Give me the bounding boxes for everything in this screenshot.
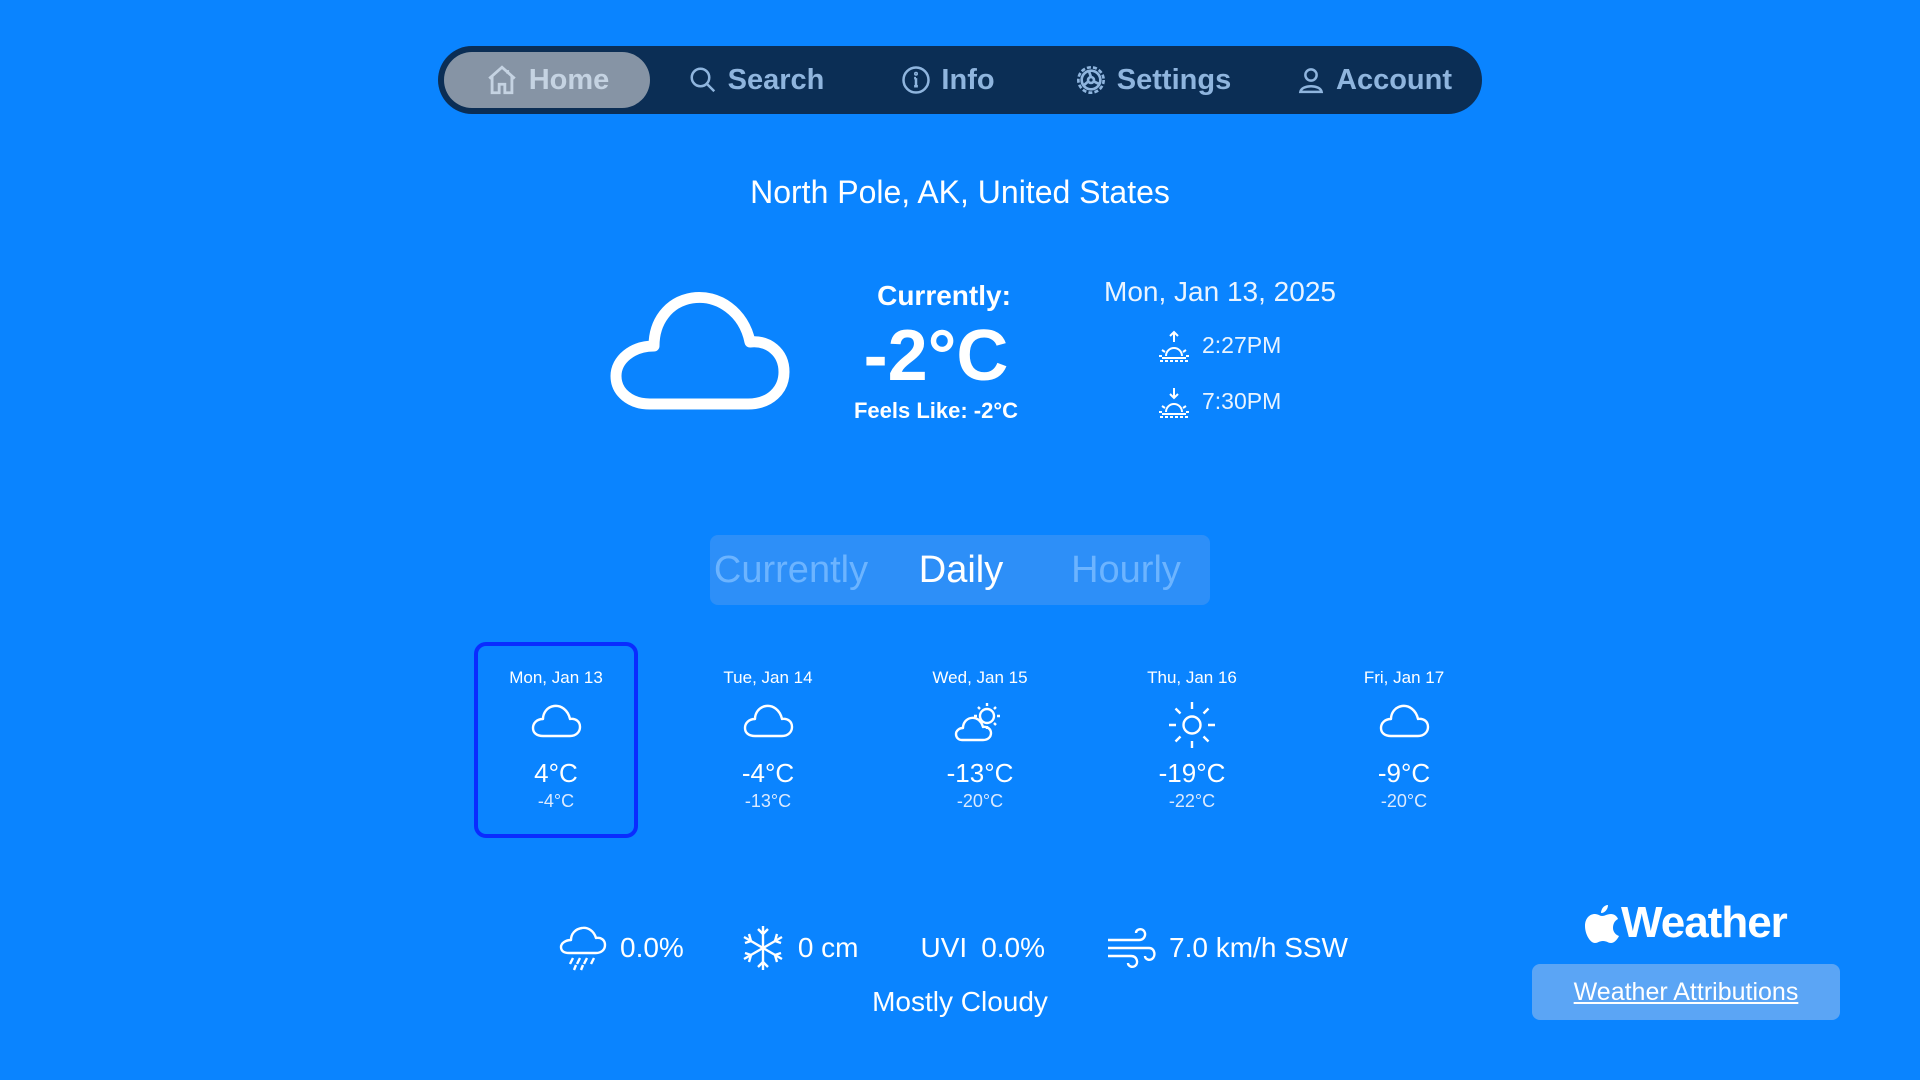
- sunrise-icon: [1156, 328, 1192, 362]
- uv-stat: UVI 0.0%: [921, 932, 1046, 964]
- day-label: Fri, Jan 17: [1363, 668, 1445, 687]
- gear-icon: [1075, 64, 1107, 96]
- day-label: Mon, Jan 13: [509, 668, 603, 687]
- snow-value: 0 cm: [797, 932, 859, 963]
- day-high-temp: -19°C: [1158, 758, 1226, 788]
- snow-stat: 0 cm: [740, 923, 859, 973]
- current-date: Mon, Jan 13, 2025: [1104, 276, 1336, 307]
- sunrise-row: 2:27PM: [1156, 328, 1340, 362]
- day-high-temp: 4°C: [534, 758, 578, 788]
- partly-cloudy-icon: [950, 700, 1010, 750]
- nav-search-label: Search: [727, 63, 825, 96]
- sun-icon: [1162, 700, 1222, 750]
- day-label: Wed, Jan 15: [932, 668, 1028, 687]
- cloud-icon: [610, 288, 790, 412]
- day-low-temp: -20°C: [956, 791, 1004, 811]
- forecast-view-selector: Currently Daily Hourly: [710, 535, 1210, 605]
- date-sun-times: Mon, Jan 13, 2025 2:27PM 7:30PM: [1100, 276, 1340, 418]
- location-title: North Pole, AK, United States: [750, 174, 1170, 210]
- day-high-temp: -4°C: [741, 758, 795, 788]
- nav-home-button[interactable]: Home: [444, 52, 650, 108]
- day-low-temp: -13°C: [744, 791, 792, 811]
- day-card[interactable]: Thu, Jan 16 -19°C -22°C: [1110, 642, 1274, 838]
- nav-info-button[interactable]: Info: [868, 52, 1028, 108]
- snowflake-icon: [740, 923, 786, 973]
- nav-home-label: Home: [528, 63, 610, 96]
- top-nav: Home Search Info Settings Account: [438, 46, 1482, 114]
- day-card[interactable]: Wed, Jan 15 -13°C -20°C: [898, 642, 1062, 838]
- precipitation-value: 0.0%: [620, 932, 684, 963]
- cloud-icon: [738, 700, 798, 750]
- sunset-time: 7:30PM: [1202, 387, 1282, 414]
- apple-logo-icon: [1585, 903, 1621, 943]
- day-card[interactable]: Fri, Jan 17 -9°C -20°C: [1322, 642, 1486, 838]
- cloud-icon: [1374, 700, 1434, 750]
- nav-settings-label: Settings: [1116, 63, 1232, 96]
- nav-account-button[interactable]: Account: [1274, 52, 1474, 108]
- wind-icon: [1105, 926, 1157, 970]
- currently-label: Currently:: [877, 280, 1011, 311]
- current-temperature: -2°C: [863, 316, 1009, 396]
- rain-cloud-icon: [558, 923, 608, 973]
- wind-value: 7.0 km/h SSW: [1169, 932, 1348, 963]
- tab-hourly[interactable]: Hourly: [1046, 549, 1206, 592]
- nav-search-button[interactable]: Search: [650, 52, 862, 108]
- day-card[interactable]: Mon, Jan 13 4°C -4°C: [474, 642, 638, 838]
- cloud-icon: [526, 700, 586, 750]
- day-label: Tue, Jan 14: [723, 668, 813, 687]
- day-low-temp: -22°C: [1168, 791, 1216, 811]
- brand-label: Weather: [1621, 898, 1788, 947]
- daily-forecast: Mon, Jan 13 4°C -4°C Tue, Jan 14 -4°C -1…: [474, 642, 1474, 838]
- day-label: Thu, Jan 16: [1147, 668, 1237, 687]
- home-icon: [485, 63, 519, 97]
- day-high-temp: -13°C: [946, 758, 1014, 788]
- tab-daily[interactable]: Daily: [876, 549, 1046, 592]
- detail-stats: 0.0% 0 cm UVI 0.0% 7.0 km/h SSW: [558, 920, 1348, 976]
- day-high-temp: -9°C: [1377, 758, 1431, 788]
- search-icon: [688, 65, 718, 95]
- nav-info-label: Info: [941, 63, 995, 96]
- weather-brand: Weather: [1585, 898, 1788, 948]
- nav-account-label: Account: [1336, 63, 1452, 96]
- day-low-temp: -4°C: [537, 791, 575, 811]
- weather-attributions-link[interactable]: Weather Attributions: [1532, 964, 1840, 1020]
- sunset-icon: [1156, 384, 1192, 418]
- day-low-temp: -20°C: [1380, 791, 1428, 811]
- uvi-label: UVI: [920, 932, 968, 963]
- current-conditions: Currently: -2°C Feels Like: -2°C: [836, 280, 1036, 424]
- sunrise-time: 2:27PM: [1202, 331, 1282, 358]
- info-icon: [901, 65, 931, 95]
- sunset-row: 7:30PM: [1156, 384, 1340, 418]
- uvi-value: 0.0%: [981, 932, 1046, 963]
- feels-like-text: Feels Like: -2°C: [853, 398, 1019, 423]
- person-icon: [1296, 65, 1326, 95]
- tab-currently[interactable]: Currently: [706, 549, 876, 592]
- day-card[interactable]: Tue, Jan 14 -4°C -13°C: [686, 642, 850, 838]
- wind-stat: 7.0 km/h SSW: [1105, 926, 1348, 970]
- precipitation-stat: 0.0%: [558, 923, 684, 973]
- nav-settings-button[interactable]: Settings: [1046, 52, 1260, 108]
